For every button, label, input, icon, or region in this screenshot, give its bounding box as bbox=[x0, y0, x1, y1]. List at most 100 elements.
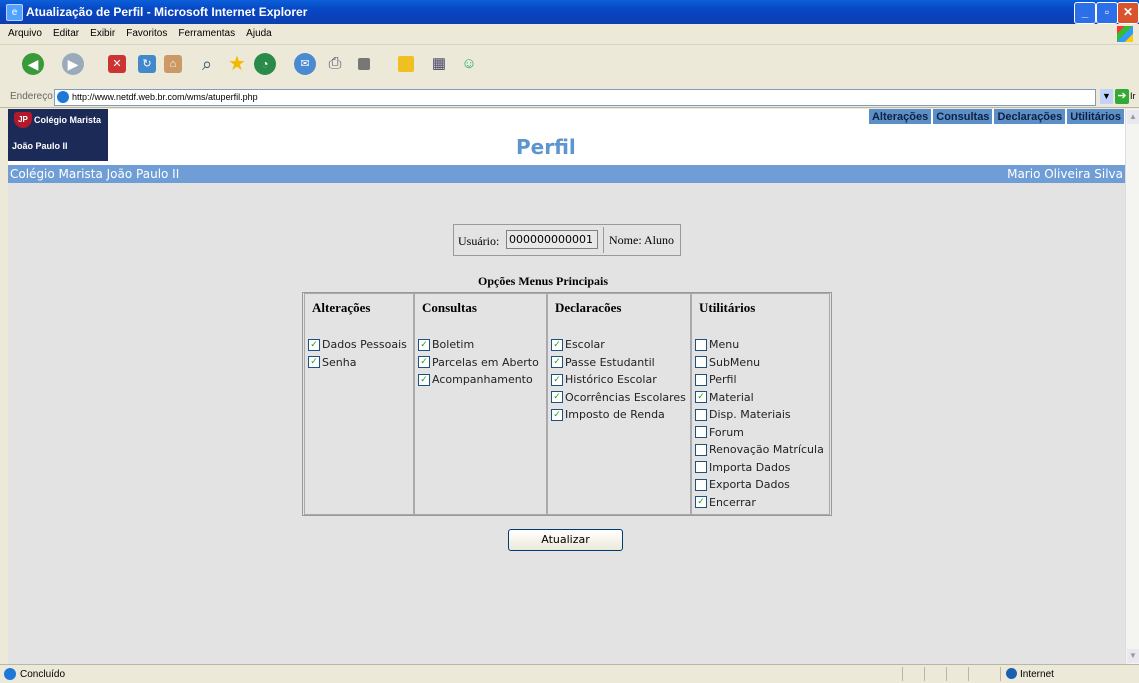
stop-icon[interactable]: ✕ bbox=[108, 55, 126, 73]
go-icon[interactable]: ➔ bbox=[1115, 89, 1129, 104]
go-label[interactable]: Ir bbox=[1130, 91, 1136, 101]
messenger-icon[interactable]: ☺ bbox=[458, 53, 480, 75]
option-label: Dados Pessoais bbox=[322, 338, 407, 352]
column-items: Menu SubMenu Perfil ✓ Material Disp. Materiai… bbox=[695, 336, 824, 511]
option-item[interactable]: Menu bbox=[695, 336, 824, 354]
option-label: Perfil bbox=[709, 373, 737, 387]
option-item[interactable]: ✓ Encerrar bbox=[695, 494, 824, 512]
nav-consultas[interactable]: Consultas bbox=[932, 109, 994, 125]
option-label: Menu bbox=[709, 338, 740, 352]
options-title: Opções Menus Principais bbox=[478, 274, 609, 288]
nav-utilitarios[interactable]: Utilitários bbox=[1066, 109, 1125, 125]
option-checkbox[interactable]: ✓ bbox=[695, 391, 707, 404]
page-title: Perfil bbox=[516, 135, 576, 159]
option-checkbox[interactable]: ✓ bbox=[551, 408, 563, 421]
menu-ajuda[interactable]: Ajuda bbox=[246, 24, 272, 39]
minimize-button[interactable]: _ bbox=[1074, 2, 1096, 24]
option-item[interactable]: ✓ Boletim bbox=[418, 336, 539, 354]
option-item[interactable]: Importa Dados bbox=[695, 459, 824, 477]
option-checkbox[interactable] bbox=[695, 443, 707, 456]
option-item[interactable]: Forum bbox=[695, 424, 824, 442]
menu-arquivo[interactable]: Arquivo bbox=[8, 24, 42, 39]
edit-icon[interactable] bbox=[358, 58, 370, 70]
menu-exibir[interactable]: Exibir bbox=[90, 24, 115, 39]
nav-alteracoes[interactable]: Alterações bbox=[867, 109, 933, 125]
print-icon[interactable]: ⎙ bbox=[324, 53, 346, 75]
option-item[interactable]: ✓ Passe Estudantil bbox=[551, 354, 686, 372]
scrollbar[interactable]: ▲ ▼ bbox=[1125, 109, 1139, 664]
option-checkbox[interactable]: ✓ bbox=[551, 391, 563, 404]
forward-icon[interactable]: ▶ bbox=[62, 53, 84, 75]
option-item[interactable]: Exporta Dados bbox=[695, 476, 824, 494]
address-dropdown-icon[interactable]: ▼ bbox=[1100, 89, 1113, 104]
option-item[interactable]: ✓ Imposto de Renda bbox=[551, 406, 686, 424]
options-table: Alterações ✓ Dados Pessoais ✓ Senha Consult… bbox=[302, 292, 832, 516]
option-checkbox[interactable]: ✓ bbox=[308, 356, 320, 369]
refresh-icon[interactable]: ↻ bbox=[138, 55, 156, 73]
option-checkbox[interactable] bbox=[695, 478, 707, 491]
option-checkbox[interactable]: ✓ bbox=[418, 373, 430, 386]
atualizar-button[interactable]: Atualizar bbox=[508, 529, 623, 551]
option-item[interactable]: ✓ Senha bbox=[308, 354, 407, 372]
option-checkbox[interactable] bbox=[695, 408, 707, 421]
option-checkbox[interactable]: ✓ bbox=[308, 338, 320, 351]
top-nav: Alterações Consultas Declarações Utilitá… bbox=[867, 109, 1125, 125]
option-item[interactable]: ✓ Dados Pessoais bbox=[308, 336, 407, 354]
option-item[interactable]: SubMenu bbox=[695, 354, 824, 372]
usuario-field[interactable]: 000000000001 bbox=[506, 230, 598, 249]
status-divider bbox=[946, 667, 947, 681]
option-checkbox[interactable] bbox=[695, 356, 707, 369]
option-checkbox[interactable] bbox=[695, 426, 707, 439]
option-item[interactable]: ✓ Escolar bbox=[551, 336, 686, 354]
discuss-icon[interactable] bbox=[398, 56, 414, 72]
nav-declaracoes[interactable]: Declarações bbox=[993, 109, 1067, 125]
option-item[interactable]: ✓ Ocorrências Escolares bbox=[551, 389, 686, 407]
option-item[interactable]: ✓ Material bbox=[695, 389, 824, 407]
home-icon[interactable]: ⌂ bbox=[164, 55, 182, 73]
scroll-up-icon[interactable]: ▲ bbox=[1127, 110, 1139, 124]
maximize-button[interactable]: ▫ bbox=[1096, 2, 1118, 24]
mail-icon[interactable]: ✉ bbox=[294, 53, 316, 75]
option-checkbox[interactable] bbox=[695, 373, 707, 386]
option-checkbox[interactable]: ✓ bbox=[551, 373, 563, 386]
option-item[interactable]: Perfil bbox=[695, 371, 824, 389]
option-item[interactable]: Renovação Matrícula bbox=[695, 441, 824, 459]
menu-ferramentas[interactable]: Ferramentas bbox=[178, 24, 235, 39]
toolbar: ◀ ▶ ✕ ↻ ⌂ ⌕ ★ ◔ ✉ ⎙ ▦ ☺ bbox=[0, 45, 1139, 88]
research-icon[interactable]: ▦ bbox=[428, 53, 450, 75]
close-button[interactable]: ✕ bbox=[1117, 2, 1139, 24]
option-checkbox[interactable]: ✓ bbox=[418, 356, 430, 369]
menu-editar[interactable]: Editar bbox=[53, 24, 79, 39]
address-input[interactable]: http://www.netdf.web.br.com/wms/atuperfi… bbox=[54, 89, 1096, 106]
option-label: Exporta Dados bbox=[709, 478, 790, 492]
option-item[interactable]: ✓ Acompanhamento bbox=[418, 371, 539, 389]
option-checkbox[interactable] bbox=[695, 461, 707, 474]
option-checkbox[interactable]: ✓ bbox=[551, 338, 563, 351]
window-titlebar: e Atualização de Perfil - Microsoft Inte… bbox=[0, 0, 1139, 24]
history-icon[interactable]: ◔ bbox=[254, 53, 276, 75]
usuario-label: Usuário: bbox=[458, 234, 500, 248]
option-label: Material bbox=[709, 390, 754, 404]
option-checkbox[interactable] bbox=[695, 338, 707, 351]
user-box: Usuário: 000000000001 Nome: Aluno bbox=[453, 224, 681, 256]
option-item[interactable]: ✓ Parcelas em Aberto bbox=[418, 354, 539, 372]
menu-favoritos[interactable]: Favoritos bbox=[126, 24, 167, 39]
status-divider bbox=[1000, 667, 1001, 681]
option-checkbox[interactable]: ✓ bbox=[551, 356, 563, 369]
column-header: Consultas bbox=[422, 300, 477, 315]
option-item[interactable]: Disp. Materiais bbox=[695, 406, 824, 424]
logo-line1: Colégio Marista bbox=[34, 115, 102, 125]
back-icon[interactable]: ◀ bbox=[22, 53, 44, 75]
option-checkbox[interactable]: ✓ bbox=[418, 338, 430, 351]
page-content: JP Colégio Marista João Paulo II Perfil … bbox=[8, 109, 1125, 664]
option-label: Disp. Materiais bbox=[709, 408, 791, 422]
option-checkbox[interactable]: ✓ bbox=[695, 496, 707, 509]
search-icon[interactable]: ⌕ bbox=[196, 53, 218, 75]
column-header: Alterações bbox=[312, 300, 371, 315]
scroll-down-icon[interactable]: ▼ bbox=[1127, 649, 1139, 663]
option-item[interactable]: ✓ Histórico Escolar bbox=[551, 371, 686, 389]
site-logo: JP Colégio Marista João Paulo II bbox=[8, 109, 108, 161]
column-items: ✓ Boletim ✓ Parcelas em Aberto ✓ Acompanhamen… bbox=[418, 336, 539, 389]
column-items: ✓ Escolar ✓ Passe Estudantil ✓ Histórico Esco… bbox=[551, 336, 686, 424]
favorites-icon[interactable]: ★ bbox=[226, 53, 248, 75]
